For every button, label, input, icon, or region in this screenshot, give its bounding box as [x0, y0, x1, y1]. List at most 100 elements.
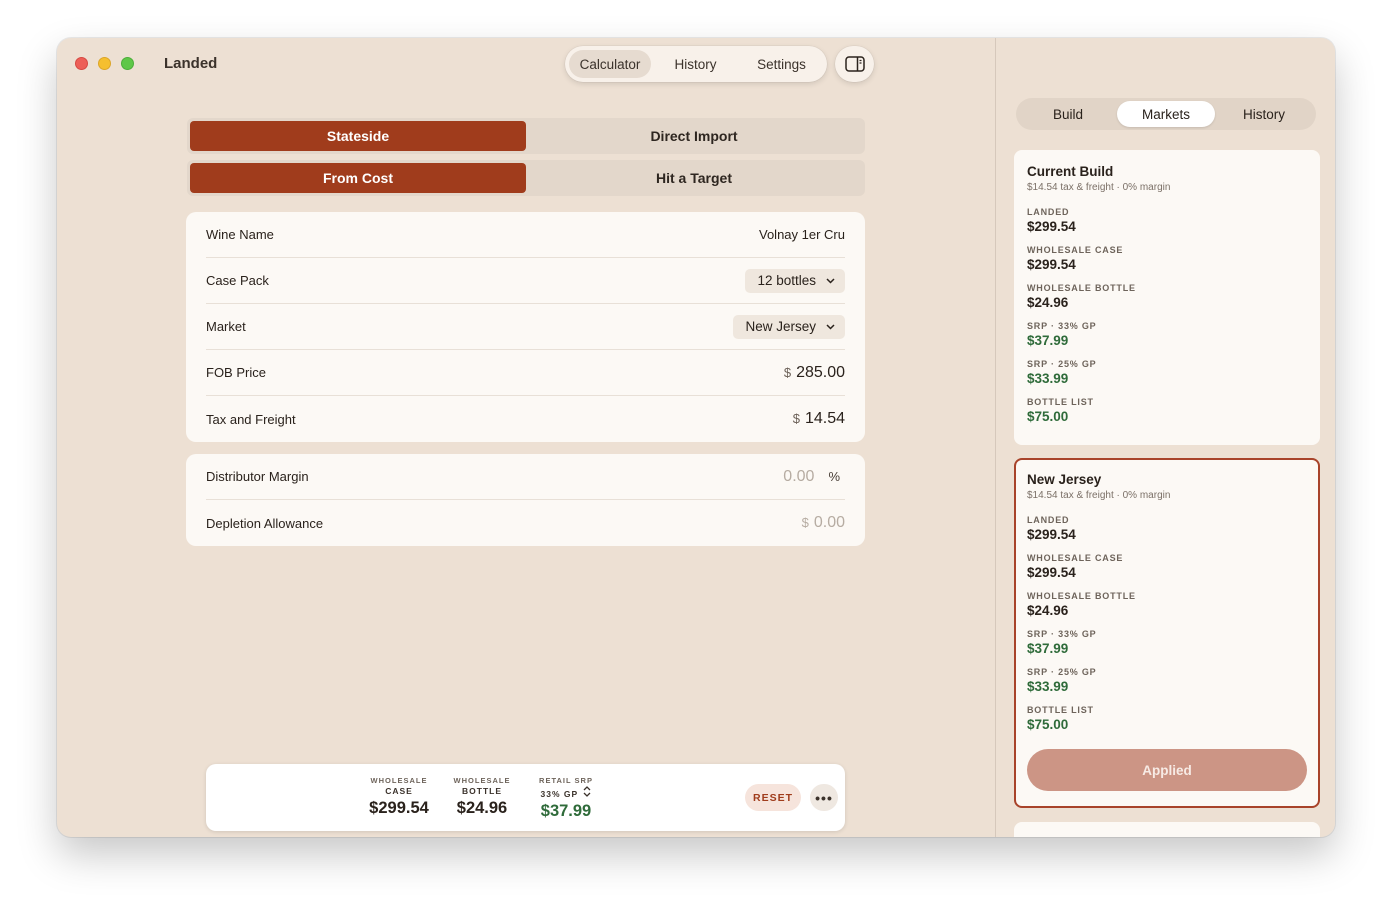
value-label: SRP · 25% GP: [1027, 667, 1097, 677]
tax-freight-value: 14.54: [804, 410, 845, 427]
reset-button[interactable]: RESET: [745, 784, 801, 811]
value-amount: $299.54: [1027, 527, 1076, 542]
currency-symbol: $: [792, 411, 800, 426]
currency-symbol: $: [801, 515, 809, 530]
market-card-title: Current Build: [1027, 164, 1114, 179]
stat-sublabel: CASE: [385, 786, 413, 796]
value-label: BOTTLE LIST: [1027, 705, 1094, 715]
tab-history[interactable]: History: [651, 50, 739, 78]
wine-name-label: Wine Name: [206, 227, 274, 242]
fob-price-field[interactable]: $ 285.00: [784, 364, 845, 382]
value-label: SRP · 25% GP: [1027, 359, 1097, 369]
value-wholesale-bottle: WHOLESALE BOTTLE $24.96: [1027, 591, 1307, 629]
more-options-button[interactable]: •••: [810, 784, 838, 811]
market-label: Market: [206, 319, 246, 334]
main-tab-bar: Calculator History Settings: [565, 46, 827, 82]
market-card-subtitle: $14.54 tax & freight · 0% margin: [1027, 182, 1171, 193]
stat-label: WHOLESALE: [370, 776, 428, 785]
value-label: WHOLESALE CASE: [1027, 245, 1124, 255]
minimize-window-button[interactable]: [98, 57, 111, 70]
sidebar-tab-bar: Build Markets History: [1016, 98, 1316, 130]
chevron-down-icon: [826, 323, 835, 330]
sidebar-tab-markets[interactable]: Markets: [1117, 101, 1215, 127]
stat-value: $24.96: [456, 799, 508, 817]
value-label: SRP · 33% GP: [1027, 321, 1097, 331]
case-pack-value: 12 bottles: [757, 273, 816, 288]
sidebar-toggle-button[interactable]: [835, 46, 874, 82]
distributor-margin-field[interactable]: 0.00 %: [783, 468, 845, 486]
depletion-allowance-row: Depletion Allowance $ 0.00: [206, 500, 845, 546]
case-pack-row: Case Pack 12 bottles: [206, 258, 845, 304]
mode-stateside[interactable]: Stateside: [190, 121, 526, 151]
market-card-current-build[interactable]: Current Build $14.54 tax & freight · 0% …: [1014, 150, 1320, 445]
value-amount: $75.00: [1027, 409, 1069, 424]
stat-value: $37.99: [540, 802, 592, 820]
distributor-margin-value: 0.00: [783, 467, 815, 485]
summary-wholesale-bottle: WHOLESALE BOTTLE $24.96: [449, 776, 515, 818]
value-landed: LANDED $299.54: [1027, 515, 1307, 553]
srp-gp-selector[interactable]: 33% GP: [533, 786, 599, 799]
case-pack-label: Case Pack: [206, 273, 269, 288]
value-srp-25: SRP · 25% GP $33.99: [1027, 359, 1307, 397]
depletion-allowance-label: Depletion Allowance: [206, 515, 324, 531]
close-window-button[interactable]: [75, 57, 88, 70]
value-amount: $299.54: [1027, 565, 1076, 580]
value-label: WHOLESALE BOTTLE: [1027, 591, 1136, 601]
case-pack-select[interactable]: 12 bottles: [745, 268, 845, 293]
calc-mode-hit-target[interactable]: Hit a Target: [526, 163, 862, 193]
market-card-new-jersey[interactable]: New Jersey $14.54 tax & freight · 0% mar…: [1014, 458, 1320, 808]
value-srp-33: SRP · 33% GP $37.99: [1027, 321, 1307, 359]
currency-symbol: $: [783, 364, 792, 380]
value-wholesale-case: WHOLESALE CASE $299.54: [1027, 553, 1307, 591]
value-label: BOTTLE LIST: [1027, 397, 1094, 407]
app-title: Landed: [164, 55, 218, 72]
summary-wholesale-case: WHOLESALE CASE $299.54: [364, 776, 434, 818]
value-amount: $299.54: [1027, 219, 1076, 234]
tax-freight-row: Tax and Freight $ 14.54: [206, 396, 845, 442]
import-mode-control: Stateside Direct Import: [187, 118, 865, 154]
market-card-next[interactable]: [1014, 822, 1320, 837]
stat-value: $299.54: [369, 799, 429, 817]
zoom-window-button[interactable]: [121, 57, 134, 70]
calc-mode-from-cost[interactable]: From Cost: [190, 163, 526, 193]
value-label: SRP · 33% GP: [1027, 629, 1097, 639]
depletion-allowance-field[interactable]: $ 0.00: [802, 514, 845, 532]
inspector-sidebar: Build Markets History Current Build $14.…: [995, 38, 1335, 837]
stat-sublabel: 33% GP: [540, 789, 579, 799]
value-label: WHOLESALE CASE: [1027, 553, 1124, 563]
value-amount: $33.99: [1027, 371, 1069, 386]
value-bottle-list: BOTTLE LIST $75.00: [1027, 397, 1307, 435]
value-label: LANDED: [1027, 207, 1070, 217]
sidebar-tab-history[interactable]: History: [1215, 101, 1313, 127]
depletion-allowance-value: 0.00: [813, 514, 845, 531]
sidebar-right-icon: [844, 56, 865, 72]
market-card-title: New Jersey: [1027, 472, 1102, 487]
wine-details-card: Wine Name Volnay 1er Cru Case Pack 12 bo…: [186, 212, 865, 442]
wine-name-row: Wine Name Volnay 1er Cru: [206, 212, 845, 258]
distributor-margin-row: Distributor Margin 0.00 %: [206, 454, 845, 500]
fob-price-label: FOB Price: [206, 365, 266, 380]
fob-price-row: FOB Price $ 285.00: [206, 350, 845, 396]
stat-label: WHOLESALE: [453, 776, 511, 785]
market-card-values: LANDED $299.54 WHOLESALE CASE $299.54 WH…: [1027, 207, 1307, 435]
mode-direct-import[interactable]: Direct Import: [526, 121, 862, 151]
market-row: Market New Jersey: [206, 304, 845, 350]
applied-button[interactable]: Applied: [1027, 749, 1307, 791]
tab-calculator[interactable]: Calculator: [569, 50, 651, 78]
value-amount: $37.99: [1027, 641, 1069, 656]
value-amount: $33.99: [1027, 679, 1069, 694]
value-amount: $24.96: [1027, 295, 1069, 310]
market-select[interactable]: New Jersey: [733, 314, 845, 339]
percent-symbol: %: [828, 468, 840, 484]
market-card-values: LANDED $299.54 WHOLESALE CASE $299.54 WH…: [1027, 515, 1307, 743]
value-srp-33: SRP · 33% GP $37.99: [1027, 629, 1307, 667]
calc-mode-control: From Cost Hit a Target: [187, 160, 865, 196]
ellipsis-icon: •••: [815, 789, 833, 806]
wine-name-field[interactable]: Volnay 1er Cru: [759, 227, 845, 242]
tab-settings[interactable]: Settings: [739, 50, 823, 78]
market-card-subtitle: $14.54 tax & freight · 0% margin: [1027, 490, 1171, 501]
fob-price-value: 285.00: [796, 363, 845, 381]
value-amount: $37.99: [1027, 333, 1069, 348]
sidebar-tab-build[interactable]: Build: [1019, 101, 1117, 127]
tax-freight-field[interactable]: $ 14.54: [793, 410, 845, 428]
